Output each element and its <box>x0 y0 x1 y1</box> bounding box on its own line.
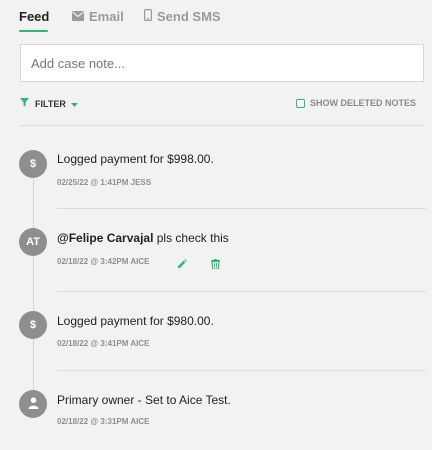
person-icon <box>28 396 39 412</box>
entry-text: Logged payment for $980.00. <box>57 314 214 328</box>
filter-label: FILTER <box>35 98 66 109</box>
avatar-initials: AT <box>26 236 40 248</box>
divider <box>57 370 426 371</box>
mobile-phone-icon <box>144 9 157 24</box>
funnel-icon <box>20 98 35 109</box>
entry-timestamp: 02/25/22 @ 1:41PM JESS <box>57 178 152 187</box>
entry-message: pls check this <box>153 231 229 245</box>
entry-timestamp: 02/18/22 @ 3:31PM AICE <box>57 417 150 426</box>
divider <box>57 291 426 292</box>
payment-avatar: $ <box>19 311 47 339</box>
user-avatar: AT <box>19 228 47 256</box>
filter-dropdown[interactable]: FILTER <box>20 98 84 109</box>
entry-timestamp: 02/18/22 @ 3:42PM AICE <box>57 257 150 266</box>
payment-avatar: $ <box>19 150 47 178</box>
timeline-line <box>33 164 34 404</box>
tab-send-sms[interactable]: Send SMS <box>144 9 221 24</box>
mention[interactable]: @Felipe Carvajal <box>57 231 153 245</box>
dollar-icon: $ <box>29 319 37 331</box>
show-deleted-checkbox[interactable] <box>295 98 305 108</box>
entry-timestamp: 02/18/22 @ 3:41PM AICE <box>57 339 150 348</box>
divider <box>57 208 426 209</box>
edit-icon[interactable] <box>177 256 187 274</box>
tab-bar: Feed Email Send SMS <box>0 0 432 32</box>
case-note-input[interactable] <box>20 44 424 82</box>
show-deleted-notes-toggle[interactable]: SHOW DELETED NOTES <box>295 98 416 108</box>
tab-feed[interactable]: Feed <box>19 9 49 24</box>
dollar-icon: $ <box>29 158 37 170</box>
tab-email[interactable]: Email <box>72 9 124 24</box>
caret-down-icon <box>70 99 84 109</box>
entry-text: @Felipe Carvajal pls check this <box>57 231 229 245</box>
entry-text: Primary owner - Set to Aice Test. <box>57 393 231 407</box>
owner-avatar <box>19 390 47 418</box>
show-deleted-label: SHOW DELETED NOTES <box>309 98 416 108</box>
tab-email-label: Email <box>89 9 124 24</box>
trash-icon[interactable] <box>211 256 220 274</box>
tab-feed-label: Feed <box>19 9 50 24</box>
divider <box>20 125 424 126</box>
tab-send-sms-label: Send SMS <box>157 9 221 24</box>
active-tab-indicator <box>19 30 48 32</box>
envelope-icon <box>72 9 89 24</box>
entry-text: Logged payment for $998.00. <box>57 152 214 166</box>
